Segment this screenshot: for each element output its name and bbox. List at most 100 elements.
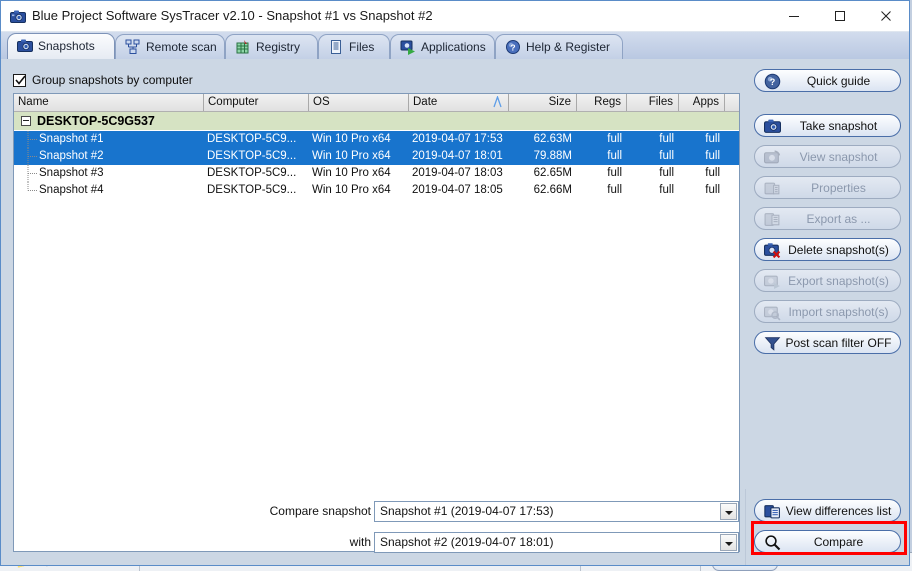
column-label: Computer <box>208 96 259 108</box>
export-snap-icon <box>764 273 781 290</box>
column-label: Apps <box>692 96 719 108</box>
cell-os: Win 10 Pro x64 <box>312 133 391 145</box>
table-row[interactable]: Snapshot #2 DESKTOP-5C9... Win 10 Pro x6… <box>14 148 739 165</box>
cell-os: Win 10 Pro x64 <box>312 184 391 196</box>
close-button[interactable] <box>863 1 909 31</box>
cell-files: full <box>659 150 674 162</box>
tab-label: Snapshots <box>38 39 95 53</box>
cell-computer: DESKTOP-5C9... <box>207 133 297 145</box>
document-icon <box>328 39 344 55</box>
tab-registry[interactable]: Registry <box>225 34 318 59</box>
help-icon: ? <box>764 73 781 90</box>
column-header-apps[interactable]: Apps <box>679 94 725 111</box>
cell-computer: DESKTOP-5C9... <box>207 150 297 162</box>
compare-second-dropdown[interactable]: Snapshot #2 (2019-04-07 18:01) <box>374 532 739 553</box>
button-label: Post scan filter OFF <box>785 336 892 350</box>
compare-controls: Compare snapshot Snapshot #1 (2019-04-07… <box>1 489 749 565</box>
column-header-size[interactable]: Size <box>509 94 577 111</box>
group-row-desktop[interactable]: DESKTOP-5C9G537 <box>14 112 739 131</box>
column-label: OS <box>313 96 330 108</box>
delete-icon <box>764 242 781 259</box>
column-header-computer[interactable]: Computer <box>204 94 309 111</box>
column-header-filler <box>725 94 739 111</box>
chevron-down-icon[interactable] <box>720 534 737 551</box>
cell-regs: full <box>607 167 622 179</box>
group-name: DESKTOP-5C9G537 <box>37 114 155 128</box>
column-label: Name <box>18 96 49 108</box>
export-snapshots-button: Export snapshot(s) <box>754 269 901 292</box>
collapse-icon[interactable] <box>21 116 31 126</box>
snapshots-list[interactable]: Name Computer OS Date Size Regs Files Ap… <box>13 93 740 552</box>
help-icon: ? <box>505 39 521 55</box>
cell-name: Snapshot #4 <box>39 184 104 196</box>
compare-first-dropdown[interactable]: Snapshot #1 (2019-04-07 17:53) <box>374 501 739 522</box>
tab-label: Files <box>349 40 375 54</box>
group-snapshots-checkbox[interactable]: Group snapshots by computer <box>13 72 193 88</box>
tab-remote-scan[interactable]: Remote scan <box>115 34 225 59</box>
button-label: View differences list <box>785 504 892 518</box>
quick-guide-button[interactable]: ? Quick guide <box>754 69 901 92</box>
svg-text:?: ? <box>510 43 515 53</box>
column-header-files[interactable]: Files <box>627 94 679 111</box>
tab-files[interactable]: Files <box>318 34 390 59</box>
cell-computer: DESKTOP-5C9... <box>207 167 297 179</box>
tab-label: Remote scan <box>146 40 217 54</box>
tab-applications[interactable]: Applications <box>390 34 495 59</box>
column-label: Size <box>548 96 571 108</box>
column-label: Files <box>648 96 673 108</box>
column-header-name[interactable]: Name <box>14 94 204 111</box>
table-row[interactable]: Snapshot #4 DESKTOP-5C9... Win 10 Pro x6… <box>14 182 739 199</box>
cell-name: Snapshot #3 <box>39 167 104 179</box>
cell-date: 2019-04-07 18:05 <box>412 184 503 196</box>
cell-size: 62.63M <box>533 133 572 145</box>
post-scan-filter-button[interactable]: Post scan filter OFF <box>754 331 901 354</box>
cell-size: 62.66M <box>533 184 572 196</box>
cell-computer: DESKTOP-5C9... <box>207 184 297 196</box>
sort-ascending-icon <box>493 95 502 111</box>
cell-apps: full <box>705 167 720 179</box>
button-label: Export as ... <box>806 212 871 226</box>
properties-button: Properties <box>754 176 901 199</box>
button-label: View snapshot <box>799 150 878 164</box>
content-area: Group snapshots by computer Name Compute… <box>1 59 909 565</box>
button-label: Export snapshot(s) <box>788 274 889 288</box>
group-snapshots-label: Group snapshots by computer <box>32 73 193 87</box>
list-header-row: Name Computer OS Date Size Regs Files Ap… <box>14 94 739 112</box>
cell-regs: full <box>607 184 622 196</box>
chevron-down-icon[interactable] <box>720 503 737 520</box>
compare-button[interactable]: Compare <box>754 530 901 553</box>
column-header-os[interactable]: OS <box>309 94 409 111</box>
tab-snapshots[interactable]: Snapshots <box>7 33 115 59</box>
button-label: Properties <box>811 181 866 195</box>
cell-os: Win 10 Pro x64 <box>312 150 391 162</box>
column-label: Regs <box>594 96 621 108</box>
table-row[interactable]: Snapshot #1 DESKTOP-5C9... Win 10 Pro x6… <box>14 131 739 148</box>
table-row[interactable]: Snapshot #3 DESKTOP-5C9... Win 10 Pro x6… <box>14 165 739 182</box>
checkbox-box <box>13 73 26 87</box>
delete-snapshots-button[interactable]: Delete snapshot(s) <box>754 238 901 261</box>
properties-icon <box>764 180 781 197</box>
column-header-date[interactable]: Date <box>409 94 509 111</box>
import-snap-icon <box>764 304 781 321</box>
view-differences-button[interactable]: View differences list <box>754 499 901 522</box>
cell-name: Snapshot #1 <box>39 133 104 145</box>
cell-date: 2019-04-07 18:03 <box>412 167 503 179</box>
view-icon <box>764 149 781 166</box>
take-snapshot-button[interactable]: Take snapshot <box>754 114 901 137</box>
app-run-icon <box>400 39 416 55</box>
cell-name: Snapshot #2 <box>39 150 104 162</box>
minimize-button[interactable] <box>771 1 817 31</box>
cell-apps: full <box>705 184 720 196</box>
camera-icon <box>17 38 33 54</box>
window-title: Blue Project Software SysTracer v2.10 - … <box>32 8 433 23</box>
tab-help-register[interactable]: ? Help & Register <box>495 34 623 59</box>
camera-icon <box>10 9 26 24</box>
tab-label: Help & Register <box>526 40 611 54</box>
camera-icon <box>764 118 781 135</box>
compare-second-value: Snapshot #2 (2019-04-07 18:01) <box>380 535 554 549</box>
compare-first-value: Snapshot #1 (2019-04-07 17:53) <box>380 504 554 518</box>
maximize-button[interactable] <box>817 1 863 31</box>
column-header-regs[interactable]: Regs <box>577 94 627 111</box>
cell-apps: full <box>705 133 720 145</box>
cell-files: full <box>659 133 674 145</box>
